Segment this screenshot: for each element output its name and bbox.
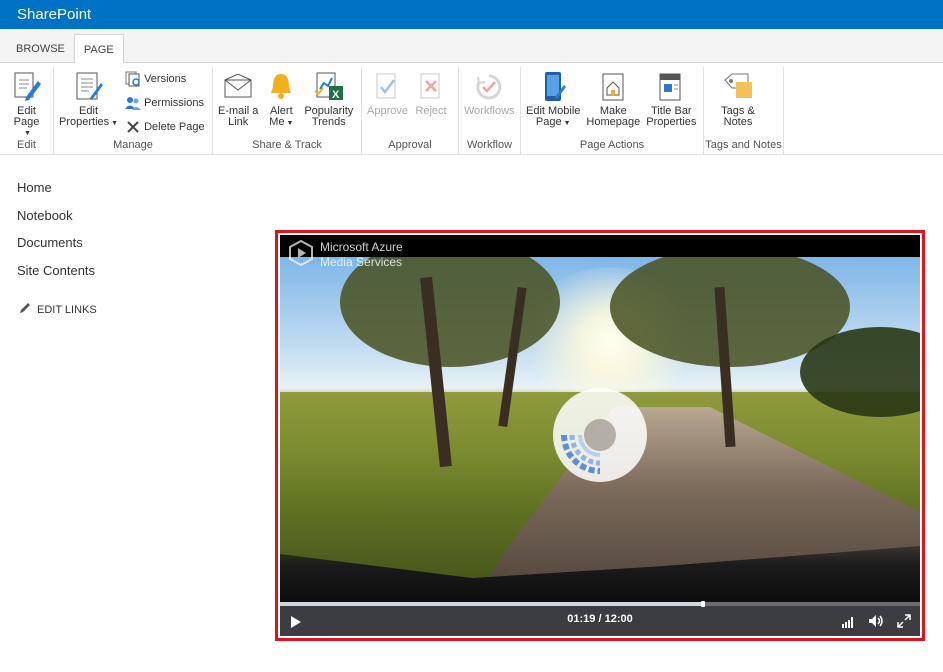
fullscreen-icon[interactable]	[897, 614, 911, 633]
quality-icon[interactable]	[841, 615, 855, 633]
group-title-manage: Manage	[113, 139, 153, 151]
nav-item-home[interactable]: Home	[17, 180, 97, 208]
video-player[interactable]: Microsoft Azure Media Services 01:19 / 1…	[280, 235, 920, 636]
brand-line-1: Microsoft Azure	[320, 240, 403, 254]
group-title-workflow: Workflow	[466, 139, 513, 151]
permissions-label: Permissions	[144, 97, 204, 109]
volume-icon[interactable]	[868, 614, 884, 633]
group-title-page-actions: Page Actions	[579, 139, 645, 151]
mobile-icon	[536, 69, 570, 105]
progress-handle[interactable]	[701, 601, 706, 607]
edit-page-icon	[10, 69, 44, 105]
bell-icon	[264, 69, 298, 105]
edit-properties-label-2: Properties	[59, 116, 110, 128]
permissions-icon	[124, 94, 142, 112]
group-title-approval: Approval	[388, 139, 432, 151]
group-page-actions: Edit Mobile Page ▼ Make Homepage Title Ba…	[521, 67, 704, 155]
workflows-label: Workflows	[464, 105, 515, 117]
title-bar-properties-icon	[654, 69, 688, 105]
app-title[interactable]: SharePoint	[0, 0, 943, 29]
edit-mobile-page-label-2: Page	[535, 116, 562, 128]
group-title-edit: Edit	[17, 139, 36, 151]
email-link-label-2: Link	[228, 116, 249, 128]
media-services-icon	[289, 240, 313, 266]
progress-bar[interactable]	[280, 601, 920, 607]
versions-icon	[124, 70, 142, 88]
delete-page-label: Delete Page	[144, 121, 205, 133]
video-controls: 01:19 / 12:00	[280, 601, 920, 636]
make-homepage-label-2: Homepage	[586, 116, 641, 128]
approve-label: Approve	[367, 105, 408, 117]
video-highlight-frame: Microsoft Azure Media Services 01:19 / 1…	[275, 230, 925, 641]
popularity-trends-icon: X	[312, 69, 346, 105]
time-display: 01:19 / 12:00	[567, 613, 633, 625]
nav-item-notebook[interactable]: Notebook	[17, 208, 97, 236]
group-title-tags-notes: Tags and Notes	[705, 139, 782, 151]
popularity-trends-label-2: Trends	[311, 116, 346, 128]
group-workflow: Workflows Workflow	[459, 67, 521, 155]
envelope-icon	[221, 69, 255, 105]
pencil-icon	[19, 302, 31, 317]
tab-page[interactable]: PAGE	[73, 34, 124, 63]
edit-page-label: Edit Page	[13, 105, 40, 128]
chevron-down-icon: ▼	[563, 120, 571, 127]
versions-button[interactable]: Versions	[121, 67, 208, 91]
group-manage: Edit Properties ▼ Versions Permissions De…	[54, 67, 213, 155]
azure-media-services-logo: Microsoft Azure Media Services	[288, 240, 403, 270]
group-edit: Edit Page ▼ Edit	[0, 67, 54, 155]
group-approval: Approve Reject Approval	[362, 67, 459, 155]
quick-launch: Home Notebook Documents Site Contents ED…	[17, 180, 97, 317]
chevron-down-icon: ▼	[286, 120, 294, 127]
edit-properties-icon	[72, 69, 106, 105]
permissions-button[interactable]: Permissions	[121, 91, 208, 115]
loading-spinner-icon	[553, 388, 647, 482]
ribbon: Edit Page ▼ Edit Edit Properties ▼ Versio…	[0, 63, 943, 155]
home-icon	[596, 69, 630, 105]
title-bar-properties-label-2: Properties	[646, 116, 697, 128]
svg-text:X: X	[332, 89, 340, 101]
tag-icon	[721, 69, 755, 105]
versions-label: Versions	[144, 73, 187, 85]
brand-line-2: Media Services	[320, 255, 403, 269]
delete-page-button[interactable]: Delete Page	[121, 115, 208, 139]
alert-me-label-2: Me	[269, 116, 285, 128]
group-title-share-track: Share & Track	[252, 139, 322, 151]
progress-fill	[280, 602, 702, 606]
group-share-track: E-mail a Link Alert Me ▼ X Popularity Tre…	[213, 67, 362, 155]
ribbon-tabs: BROWSE PAGE	[0, 29, 943, 63]
nav-item-documents[interactable]: Documents	[17, 235, 97, 263]
nav-item-site-contents[interactable]: Site Contents	[17, 263, 97, 291]
approve-icon	[370, 69, 404, 105]
tab-browse[interactable]: BROWSE	[7, 35, 74, 62]
edit-links-button[interactable]: EDIT LINKS	[17, 302, 97, 317]
edit-links-label: EDIT LINKS	[37, 303, 97, 316]
group-tags-notes: Tags & Notes Tags and Notes	[704, 67, 784, 155]
close-icon	[124, 118, 142, 136]
workflows-icon	[472, 69, 506, 105]
tags-notes-label-2: Notes	[723, 116, 753, 128]
reject-icon	[414, 69, 448, 105]
chevron-down-icon: ▼	[111, 120, 119, 127]
reject-label: Reject	[415, 105, 447, 117]
